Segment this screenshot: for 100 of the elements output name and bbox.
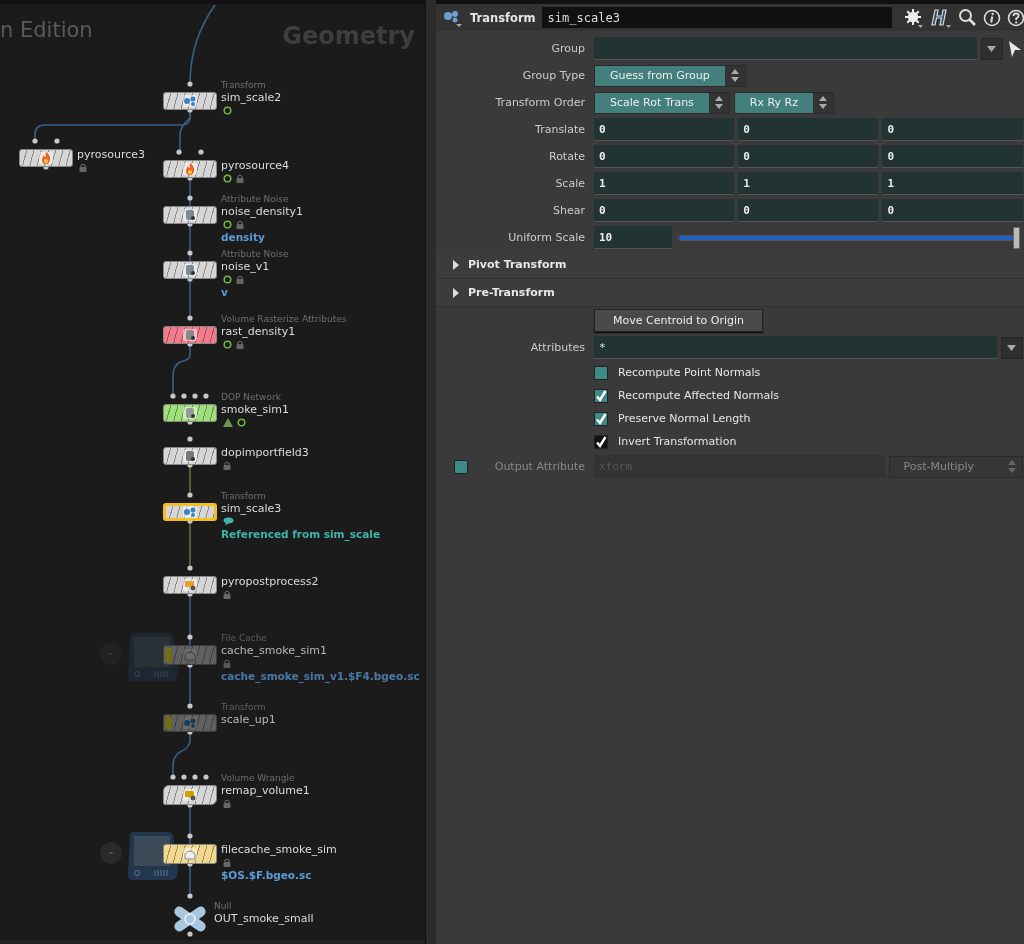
node[interactable] bbox=[163, 714, 217, 732]
node-note: Referenced from sim_scale bbox=[221, 527, 381, 541]
connector-dot[interactable] bbox=[192, 393, 198, 399]
checkbox[interactable] bbox=[594, 365, 608, 380]
checkbox-label: Preserve Normal Length bbox=[618, 412, 751, 425]
parameter-label: Attributes bbox=[530, 341, 585, 354]
slider[interactable] bbox=[678, 226, 1019, 249]
number-field[interactable]: 0 bbox=[738, 199, 879, 222]
node-icon bbox=[183, 329, 197, 341]
checkbox[interactable] bbox=[594, 411, 608, 426]
dropdown-button[interactable] bbox=[980, 37, 1003, 60]
node-type: File Cache bbox=[221, 632, 267, 644]
node-icon bbox=[39, 152, 53, 164]
node[interactable] bbox=[163, 785, 217, 805]
info-icon[interactable] bbox=[982, 8, 1001, 27]
node[interactable] bbox=[163, 160, 217, 178]
node[interactable] bbox=[163, 92, 217, 110]
number-field[interactable]: 0 bbox=[594, 199, 735, 222]
node-note: density bbox=[221, 230, 265, 244]
updown-arrows-icon bbox=[1007, 460, 1016, 473]
connector-dot[interactable] bbox=[176, 149, 182, 155]
number-field[interactable]: 0 bbox=[738, 118, 879, 141]
parameter-label: Rotate bbox=[549, 150, 585, 163]
settings-icon[interactable] bbox=[903, 7, 924, 28]
h-logo-icon[interactable] bbox=[929, 7, 952, 28]
node-name: smoke_sim1 bbox=[221, 403, 289, 417]
node-icon bbox=[183, 506, 197, 518]
dropdown-menu[interactable]: Rx Ry Rz bbox=[733, 91, 834, 114]
dropdown-menu[interactable]: Scale Rot Trans bbox=[594, 91, 730, 114]
connector-dot[interactable] bbox=[187, 81, 193, 87]
node[interactable] bbox=[163, 261, 217, 279]
parameter-label: Shear bbox=[553, 204, 585, 217]
node-name: pyropostprocess2 bbox=[221, 575, 319, 589]
connector-dot[interactable] bbox=[170, 393, 176, 399]
dropdown-menu[interactable]: Guess from Group bbox=[594, 64, 746, 87]
connector-dot[interactable] bbox=[187, 634, 193, 640]
number-field[interactable]: 0 bbox=[738, 145, 879, 168]
connector-dot[interactable] bbox=[192, 774, 198, 780]
connector-dot[interactable] bbox=[187, 315, 193, 321]
number-field[interactable]: 1 bbox=[738, 172, 879, 195]
node-icon bbox=[183, 264, 197, 276]
node-type: Volume Wrangle bbox=[221, 772, 295, 784]
checkbox[interactable] bbox=[594, 434, 608, 449]
node-icon bbox=[183, 95, 197, 107]
number-field[interactable]: 1 bbox=[882, 172, 1023, 195]
node[interactable] bbox=[163, 503, 217, 521]
pointer-icon[interactable] bbox=[1006, 39, 1023, 58]
updown-arrows-icon bbox=[730, 69, 739, 82]
node-type-label: Transform bbox=[470, 10, 536, 25]
node[interactable] bbox=[163, 326, 217, 344]
connector-dot[interactable] bbox=[198, 149, 204, 155]
connector-dot[interactable] bbox=[32, 138, 38, 144]
node[interactable] bbox=[163, 645, 217, 665]
connector-dot[interactable] bbox=[54, 138, 60, 144]
action-button[interactable]: Move Centroid to Origin bbox=[594, 309, 764, 332]
connector-dot[interactable] bbox=[187, 833, 193, 839]
connector-dot[interactable] bbox=[187, 436, 193, 442]
node[interactable] bbox=[163, 404, 217, 422]
connector-dot[interactable] bbox=[181, 774, 187, 780]
node-icon bbox=[183, 848, 197, 860]
node-name: pyrosource3 bbox=[77, 148, 146, 162]
dropdown-button[interactable] bbox=[1000, 336, 1023, 359]
number-field[interactable]: 10 bbox=[594, 226, 672, 249]
node-type-icon[interactable] bbox=[442, 8, 464, 27]
node[interactable] bbox=[19, 149, 73, 167]
number-field[interactable]: 0 bbox=[882, 118, 1023, 141]
connector-dot[interactable] bbox=[187, 893, 193, 899]
connector-dot[interactable] bbox=[187, 565, 193, 571]
node[interactable] bbox=[163, 576, 217, 594]
node-type: Attribute Noise bbox=[221, 193, 289, 205]
caret-icon bbox=[987, 45, 997, 52]
node-type: Transform bbox=[221, 701, 266, 713]
number-field[interactable]: 1 bbox=[594, 172, 735, 195]
node-icon bbox=[183, 649, 197, 661]
parameter-label: Group Type bbox=[522, 69, 585, 82]
connector-dot[interactable] bbox=[203, 393, 209, 399]
number-field[interactable]: 0 bbox=[594, 145, 735, 168]
node-type: Attribute Noise bbox=[221, 248, 289, 260]
connector-dot[interactable] bbox=[203, 774, 209, 780]
connector-dot[interactable] bbox=[187, 492, 193, 498]
connector-dot[interactable] bbox=[187, 250, 193, 256]
number-field[interactable]: 0 bbox=[882, 199, 1023, 222]
text-field[interactable]: * bbox=[594, 336, 997, 359]
node[interactable] bbox=[163, 206, 217, 224]
connector-dot[interactable] bbox=[181, 393, 187, 399]
help-icon[interactable] bbox=[1006, 8, 1024, 27]
node[interactable] bbox=[163, 447, 217, 465]
search-icon[interactable] bbox=[957, 8, 977, 27]
enable-checkbox[interactable] bbox=[454, 459, 468, 474]
checkbox[interactable] bbox=[594, 388, 608, 403]
connector-dot[interactable] bbox=[187, 703, 193, 709]
connector-dot[interactable] bbox=[187, 195, 193, 201]
node-icon bbox=[183, 789, 197, 801]
text-field[interactable] bbox=[594, 37, 977, 60]
node-name-field[interactable]: sim_scale3 bbox=[541, 7, 892, 28]
number-field[interactable]: 0 bbox=[594, 118, 735, 141]
number-field[interactable]: 0 bbox=[882, 145, 1023, 168]
node[interactable] bbox=[163, 844, 217, 864]
connector-dot[interactable] bbox=[170, 774, 176, 780]
connector-dot[interactable] bbox=[187, 931, 193, 937]
